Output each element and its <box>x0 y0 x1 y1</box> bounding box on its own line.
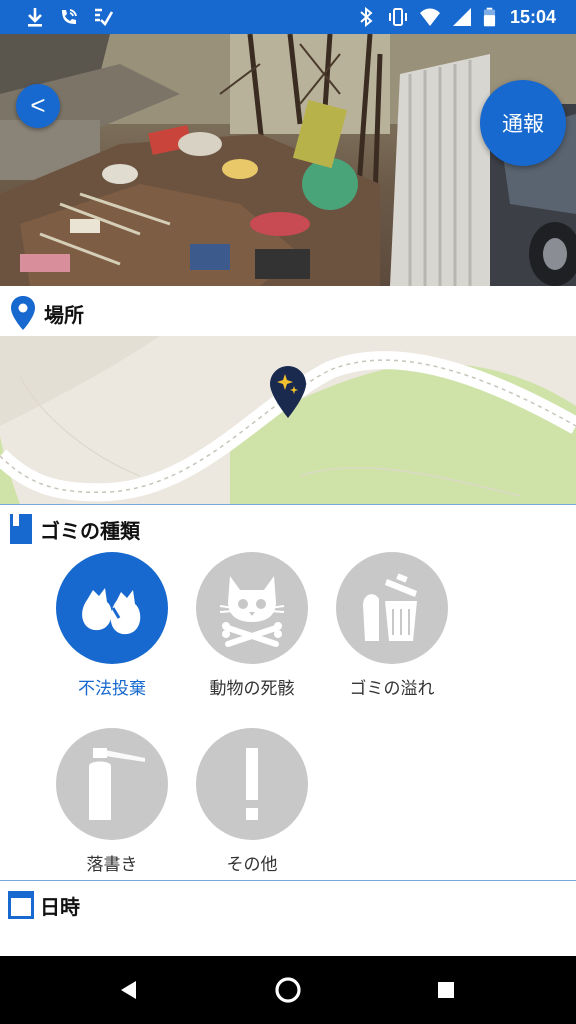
category-label: ゴミの溢れ <box>349 679 435 699</box>
status-time: 15:04 <box>509 6 556 27</box>
back-button-label: < <box>30 89 46 120</box>
back-triangle-icon <box>121 981 136 999</box>
garbage-type-section-title: ゴミの種類 <box>40 518 140 543</box>
battery-icon <box>483 7 496 27</box>
status-bar: 15:04 <box>0 0 576 34</box>
datetime-section-header: 日時 <box>0 884 576 926</box>
garbage-bags-icon <box>82 588 141 635</box>
vibrate-icon <box>388 8 407 26</box>
location-section-header: 場所 <box>0 290 576 336</box>
system-nav-bar <box>0 956 576 1024</box>
checklist-icon <box>95 8 114 27</box>
category-circle <box>56 728 168 840</box>
map-canvas <box>0 336 576 504</box>
download-icon <box>28 8 42 27</box>
recents-square-icon <box>438 982 454 998</box>
map-divider <box>0 504 576 505</box>
home-circle-icon <box>275 977 301 1003</box>
category-circle <box>196 728 308 840</box>
wifi-call-icon <box>62 9 77 24</box>
report-button[interactable]: 通報 <box>480 80 566 166</box>
status-bar-system: 15:04 <box>355 5 556 29</box>
category-circle <box>336 552 448 664</box>
location-pin-icon <box>11 296 35 330</box>
cat-skull-crossbones-icon <box>219 576 285 647</box>
bookmark-icon <box>10 514 32 544</box>
calendar-icon <box>8 891 34 919</box>
nav-back-button[interactable] <box>108 970 148 1010</box>
category-divider <box>0 880 576 881</box>
garbage-photo: < 通報 <box>0 34 576 286</box>
nav-home-button[interactable] <box>268 970 308 1010</box>
category-circle <box>196 552 308 664</box>
category-graffiti[interactable]: 落書き <box>42 728 182 875</box>
category-overflowing-trash[interactable]: ゴミの溢れ <box>322 552 462 699</box>
wifi-icon <box>419 8 440 26</box>
category-label: 動物の死骸 <box>209 679 295 699</box>
back-button[interactable]: < <box>16 84 60 128</box>
signal-icon <box>452 8 471 26</box>
nav-recents-button[interactable] <box>426 970 466 1010</box>
status-bar-notifications <box>24 5 114 29</box>
category-other[interactable]: その他 <box>182 728 322 875</box>
category-label: 不法投棄 <box>78 679 146 699</box>
datetime-section-title: 日時 <box>40 894 80 919</box>
category-circle <box>56 552 168 664</box>
bluetooth-icon <box>360 6 373 28</box>
category-animal-carcass[interactable]: 動物の死骸 <box>182 552 322 699</box>
category-label: 落書き <box>86 855 138 875</box>
category-illegal-dumping[interactable]: 不法投棄 <box>42 552 182 699</box>
location-map[interactable] <box>0 336 576 504</box>
spray-can-icon <box>89 748 145 820</box>
exclamation-icon <box>246 748 258 820</box>
category-label: その他 <box>226 855 278 875</box>
overflowing-trash-can-icon <box>363 573 417 641</box>
garbage-type-section-header: ゴミの種類 <box>0 508 576 550</box>
location-section-title: 場所 <box>44 302 84 327</box>
sparkle-marker-icon[interactable] <box>268 364 308 420</box>
report-button-label: 通報 <box>502 112 544 136</box>
photo-illustration <box>0 34 576 286</box>
